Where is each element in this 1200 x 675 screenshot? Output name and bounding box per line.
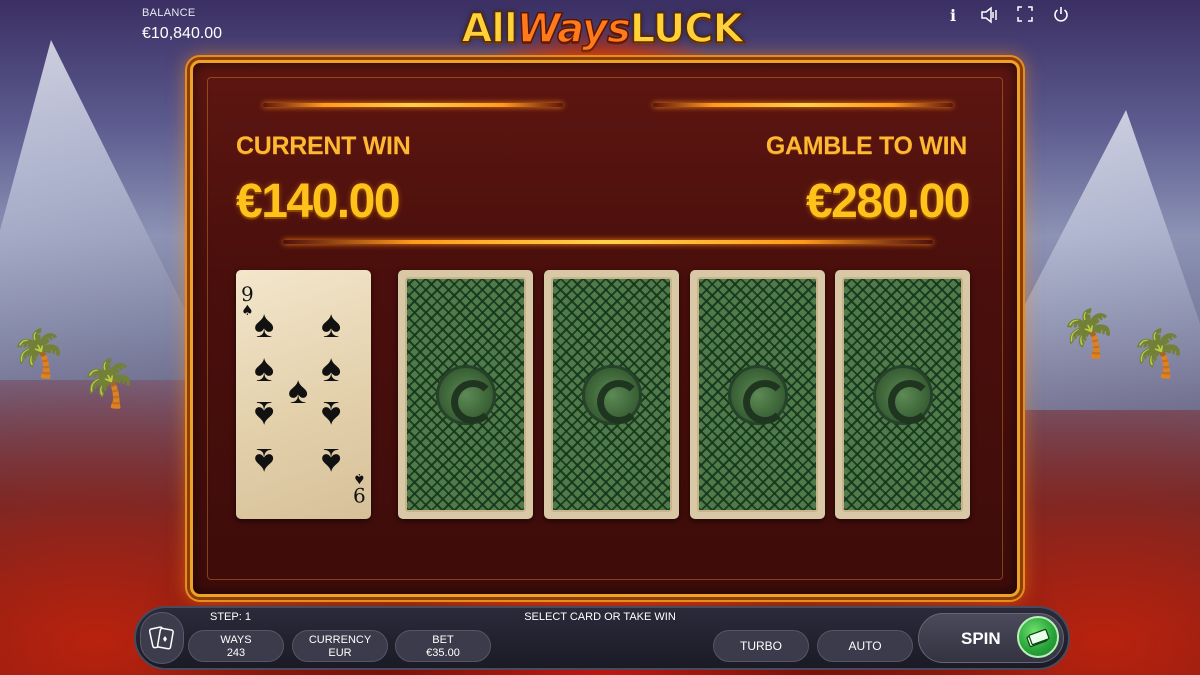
palm-tree-icon: 🌴 — [10, 327, 68, 379]
spade-pip-icon: ♠ — [321, 348, 342, 390]
current-win-label: CURRENT WIN — [236, 132, 411, 160]
ways-value: 243 — [226, 647, 246, 659]
logo-part-1: All — [461, 5, 519, 53]
card-back-emblem-icon — [872, 364, 933, 425]
balance-label: BALANCE — [142, 7, 196, 19]
spade-pip-icon: ♠ — [321, 440, 342, 482]
card-rank-top: 9 ♠ — [241, 282, 254, 319]
palm-tree-icon: 🌴 — [1060, 307, 1118, 359]
card-back-emblem-icon — [727, 364, 788, 425]
card-back-emblem-icon — [581, 364, 642, 425]
power-icon[interactable] — [1052, 6, 1070, 26]
hidden-card-1[interactable] — [398, 270, 533, 519]
currency-label: CURRENCY — [308, 634, 372, 646]
spin-button[interactable]: SPIN — [918, 613, 1064, 663]
spade-pip-icon: ♠ — [321, 393, 342, 435]
hidden-card-4[interactable] — [835, 270, 970, 519]
palm-tree-icon: 🌴 — [80, 357, 138, 409]
status-message: SELECT CARD OR TAKE WIN — [524, 611, 676, 623]
revealed-card: 9 ♠ 9 ♠ ♠ ♠ ♠ ♠ ♠ ♠ ♠ ♠ ♠ — [236, 270, 371, 519]
spade-pip-icon: ♠ — [254, 440, 275, 482]
spade-pip-icon: ♠ — [254, 304, 275, 346]
ways-label: WAYS — [220, 634, 252, 646]
currency-selector[interactable]: CURRENCY EUR — [292, 630, 388, 662]
card-back-emblem-icon — [435, 364, 496, 425]
logo-part-3: LUCK — [629, 5, 744, 53]
hidden-card-2[interactable] — [544, 270, 679, 519]
gamble-panel: CURRENT WIN €140.00 GAMBLE TO WIN €280.0… — [190, 60, 1020, 597]
auto-button[interactable]: AUTO — [817, 630, 913, 662]
balance-value: €10,840.00 — [142, 25, 223, 42]
card-rank-bottom: 9 ♠ — [353, 470, 366, 507]
bet-label: BET — [432, 634, 454, 646]
fullscreen-icon[interactable] — [1016, 6, 1034, 26]
balance-display: BALANCE €10,840.00 — [142, 7, 222, 43]
game-logo: AllWaysLUCK — [452, 5, 752, 53]
cash-stack-icon — [1017, 616, 1059, 658]
logo-part-2: Ways — [516, 5, 632, 53]
glow-divider — [263, 103, 563, 107]
current-win-value: €140.00 — [236, 175, 401, 228]
step-label: STEP: 1 — [210, 611, 251, 623]
currency-value: EUR — [328, 647, 352, 659]
sound-icon[interactable] — [980, 6, 998, 26]
spade-pip-icon: ♠ — [254, 393, 275, 435]
turbo-button[interactable]: TURBO — [713, 630, 809, 662]
palm-tree-icon: 🌴 — [1130, 327, 1188, 379]
bet-selector[interactable]: BET €35.00 — [395, 630, 491, 662]
top-icon-bar: i — [944, 6, 1070, 26]
spade-pip-icon: ♠ — [321, 304, 342, 346]
gamble-cards-button[interactable] — [140, 612, 184, 664]
spade-pip-icon: ♠ — [254, 348, 275, 390]
glow-divider — [653, 103, 953, 107]
ways-display: WAYS 243 — [188, 630, 284, 662]
info-icon[interactable]: i — [944, 6, 962, 26]
spade-pip-icon: ♠ — [288, 370, 309, 412]
spin-label: SPIN — [961, 629, 1001, 648]
glow-divider — [283, 240, 933, 244]
hidden-card-3[interactable] — [690, 270, 825, 519]
gamble-to-win-value: €280.00 — [805, 175, 971, 228]
bet-value: €35.00 — [426, 647, 460, 659]
gamble-to-win-label: GAMBLE TO WIN — [765, 132, 967, 160]
